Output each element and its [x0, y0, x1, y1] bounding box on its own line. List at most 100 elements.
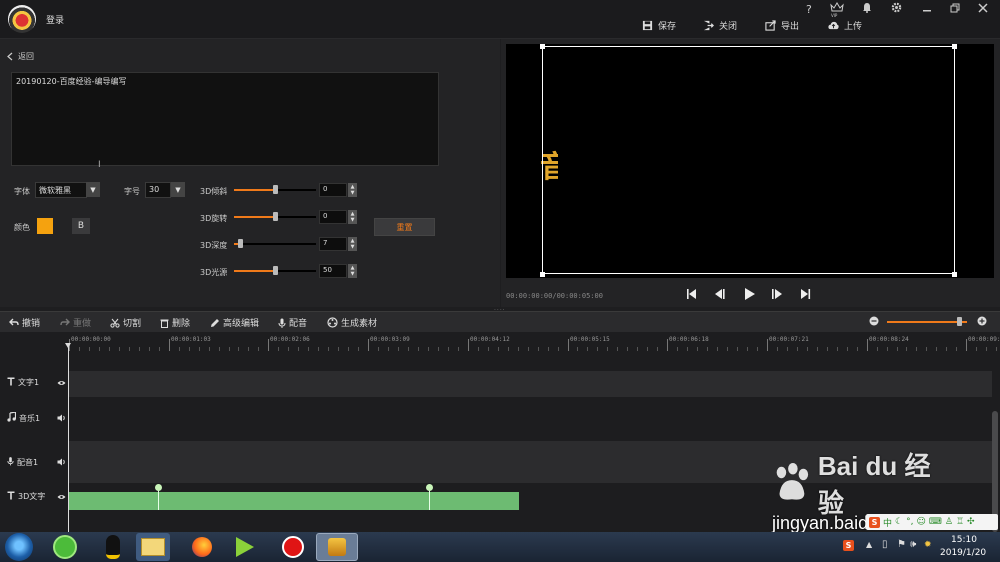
punctuation-icon[interactable]: °, [906, 517, 913, 527]
minimize-icon[interactable] [922, 3, 932, 16]
track-visibility-icon[interactable] [57, 493, 66, 503]
ime-toolbar[interactable]: S 中 ☾ °, ☺ ⌨ ♙ ♖ ✣ [866, 514, 998, 530]
ruler-tick [169, 339, 170, 351]
taskbar-app-media[interactable] [228, 533, 262, 561]
size-select[interactable]: 30 [145, 182, 171, 198]
export-button[interactable]: 导出 [765, 19, 799, 32]
resize-handle[interactable] [952, 44, 957, 49]
next-frame-icon[interactable] [771, 288, 783, 303]
param-spinner-icon[interactable]: ▲ ▼ [348, 210, 357, 224]
undo-button[interactable]: 撤销 [9, 316, 40, 329]
ruler-tick [268, 339, 269, 351]
tools-icon[interactable]: ✣ [967, 517, 975, 527]
ruler-minor-tick [757, 347, 758, 351]
mic-icon [7, 456, 14, 468]
color-swatch[interactable] [37, 218, 53, 234]
dub-button[interactable]: 配音 [278, 316, 307, 329]
taskbar-app-video-editor[interactable] [316, 533, 358, 561]
save-button[interactable]: 保存 [642, 19, 676, 32]
tray-expand-icon[interactable]: ▲ [866, 540, 872, 549]
clock-time[interactable]: 15:10 [951, 535, 977, 545]
zoom-in-icon[interactable] [977, 316, 987, 329]
track-volume-icon[interactable] [57, 458, 66, 469]
param-spinner-icon[interactable]: ▲ ▼ [348, 264, 357, 278]
cut-button[interactable]: 切割 [110, 316, 141, 329]
advanced-edit-button[interactable]: 高级编辑 [210, 316, 259, 329]
zoom-out-icon[interactable] [869, 316, 879, 329]
param-value-input[interactable]: 7 [319, 237, 347, 251]
resize-handle[interactable] [540, 272, 545, 277]
ime-mode-label[interactable]: 中 [883, 516, 892, 529]
restore-icon[interactable] [950, 3, 960, 16]
prev-frame-icon[interactable] [714, 288, 726, 303]
reset-button[interactable]: 重置 [374, 218, 435, 236]
keyframe-marker[interactable] [155, 484, 162, 491]
ruler-minor-tick [797, 347, 798, 351]
param-slider-knob[interactable] [273, 212, 278, 221]
resize-handle[interactable] [540, 44, 545, 49]
font-dropdown-icon[interactable]: ▼ [86, 182, 100, 197]
zoom-slider-knob[interactable] [957, 317, 962, 326]
keyframe-marker[interactable] [426, 484, 433, 491]
help-icon[interactable]: ? [806, 3, 812, 16]
tray-weather-icon[interactable]: ✹ [924, 540, 932, 550]
playhead-marker-icon[interactable] [65, 343, 71, 348]
volume-icon[interactable]: 🕪 [910, 539, 916, 550]
ruler-minor-tick [348, 347, 349, 351]
user-icon[interactable]: ♙ [945, 517, 953, 527]
size-dropdown-icon[interactable]: ▼ [171, 182, 185, 197]
tray-flag-icon[interactable]: ⚑ [897, 539, 906, 550]
close-window-icon[interactable] [978, 3, 988, 16]
param-slider[interactable] [234, 243, 316, 245]
skip-start-icon[interactable] [686, 288, 697, 303]
font-select[interactable]: 微软雅黑 [35, 182, 87, 198]
taskbar-app-explorer[interactable] [136, 533, 170, 561]
timeline-clip-3d-text[interactable] [69, 492, 519, 510]
text-content-input[interactable]: 20190120-百度经验-编导编写 [11, 72, 439, 166]
track-volume-icon[interactable] [57, 414, 66, 425]
play-icon[interactable] [744, 287, 756, 304]
track-header[interactable]: 配音1 [7, 456, 38, 468]
param-value-input[interactable]: 0 [319, 210, 347, 224]
track-visibility-icon[interactable] [57, 379, 66, 389]
ruler-tick-label: 00:00:08:24 [869, 336, 909, 343]
track-header[interactable]: 3D文字 [7, 491, 45, 502]
taskbar-app-recorder[interactable] [276, 533, 310, 561]
text-bounding-frame[interactable] [542, 46, 955, 274]
track-header[interactable]: 文字1 [7, 377, 39, 388]
skip-end-icon[interactable] [800, 288, 811, 303]
bold-button[interactable]: B [72, 218, 90, 234]
avatar[interactable] [8, 5, 36, 33]
start-button[interactable] [5, 533, 33, 561]
gear-icon[interactable] [891, 2, 902, 16]
bell-icon[interactable] [862, 2, 872, 16]
back-link[interactable]: 返回 [7, 51, 34, 62]
delete-button[interactable]: 删除 [160, 316, 190, 329]
redo-button[interactable]: 重做 [60, 316, 91, 329]
login-link[interactable]: 登录 [46, 13, 64, 26]
param-spinner-icon[interactable]: ▲ ▼ [348, 183, 357, 197]
zoom-slider[interactable] [887, 321, 967, 323]
generate-material-button[interactable]: 生成素材 [327, 316, 377, 329]
param-spinner-icon[interactable]: ▲ ▼ [348, 237, 357, 251]
taskbar-app-firefox[interactable] [185, 533, 219, 561]
upload-button[interactable]: 上传 [828, 19, 862, 32]
clock-date[interactable]: 2019/1/20 [940, 548, 986, 558]
shirt-icon[interactable]: ♖ [956, 517, 964, 527]
resize-handle[interactable] [952, 272, 957, 277]
keyboard-icon[interactable]: ⌨ [929, 517, 942, 527]
tray-device-icon[interactable]: ▯ [882, 539, 888, 550]
param-slider-knob[interactable] [238, 239, 243, 248]
smile-icon[interactable]: ☺ [916, 517, 925, 527]
track-header[interactable]: 音乐1 [7, 411, 40, 424]
moon-icon[interactable]: ☾ [895, 517, 903, 527]
param-slider-knob[interactable] [273, 185, 278, 194]
taskbar-app-qq[interactable] [96, 533, 130, 561]
param-slider-knob[interactable] [273, 266, 278, 275]
param-value-input[interactable]: 0 [319, 183, 347, 197]
sogou-tray-icon[interactable]: S [843, 540, 854, 551]
close-button[interactable]: 关闭 [703, 19, 737, 32]
track-lane[interactable] [68, 371, 992, 397]
taskbar-app-360[interactable] [48, 533, 82, 561]
param-value-input[interactable]: 50 [319, 264, 347, 278]
